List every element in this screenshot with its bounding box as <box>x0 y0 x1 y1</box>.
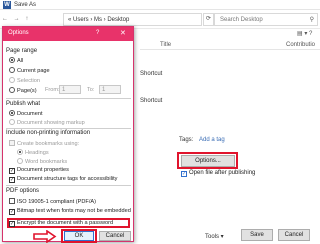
structure-tags[interactable]: ✓ Document structure tags for accessibili… <box>9 176 117 183</box>
to-value: 1 <box>102 87 106 93</box>
encrypt-option[interactable]: ✓ Encrypt the document with a password <box>9 220 113 227</box>
encrypt-checkbox[interactable]: ✓ <box>9 221 15 227</box>
divider <box>6 128 131 129</box>
address-path: « Users › Ms › Desktop <box>68 17 130 23</box>
from-input[interactable]: 1 <box>59 85 81 94</box>
tools-label: Tools <box>205 234 220 240</box>
address-bar[interactable]: « Users › Ms › Desktop <box>63 13 202 26</box>
title-bar: W Save As <box>0 0 320 10</box>
column-contributors[interactable]: Contributio <box>286 42 315 48</box>
open-after-label: Open file after publishing <box>189 170 256 176</box>
tools-menu[interactable]: Tools ▾ <box>205 233 224 240</box>
cancel-button[interactable]: Cancel <box>278 229 310 241</box>
divider <box>6 185 131 186</box>
to-input[interactable]: 1 <box>99 85 121 94</box>
radio-headings-icon[interactable] <box>17 149 23 155</box>
file-item[interactable]: Shortcut <box>140 71 162 77</box>
options-dialog: Options ? ✕ Page range All Current page … <box>2 26 134 243</box>
nav-arrows-icon[interactable]: ← → ↑ <box>2 16 30 22</box>
help-icon[interactable]: ? <box>96 30 99 36</box>
radio-pages-label: Page(s) <box>17 88 37 94</box>
encrypt-label: Encrypt the document with a password <box>17 220 114 226</box>
radio-current-label: Current page <box>17 68 50 74</box>
radio-word-bookmarks-label: Word bookmarks <box>25 159 68 165</box>
search-input[interactable]: Search Desktop ⚲ <box>214 13 318 26</box>
tags-label: Tags: <box>179 137 194 143</box>
radio-selection-label: Selection <box>17 78 41 84</box>
radio-all-icon[interactable] <box>9 57 15 63</box>
word-logo-icon: W <box>3 1 11 9</box>
close-icon[interactable]: ✕ <box>120 29 126 37</box>
dialog-title: Options <box>8 30 29 36</box>
radio-current[interactable]: Current page <box>9 67 50 74</box>
open-after-publishing[interactable]: ✓ Open file after publishing <box>181 170 255 177</box>
create-bookmarks-checkbox[interactable] <box>9 140 15 146</box>
radio-pages-icon[interactable] <box>9 87 15 93</box>
document-properties-label: Document properties <box>17 167 69 173</box>
radio-document-label: Document <box>17 111 43 117</box>
radio-markup-icon[interactable] <box>9 119 15 125</box>
refresh-icon[interactable]: ⟳ <box>203 13 214 26</box>
column-header: Title Contributio <box>140 40 320 50</box>
window-title: Save As <box>14 2 37 8</box>
add-tag-link[interactable]: Add a tag <box>199 137 225 143</box>
non-printing-heading: Include non-printing information <box>6 130 91 136</box>
view-options-icon[interactable]: ▤ ▾ ? <box>297 30 312 37</box>
iso-checkbox[interactable] <box>9 198 15 204</box>
page-range-heading: Page range <box>6 48 38 54</box>
options-button[interactable]: Options... <box>181 155 235 167</box>
radio-markup[interactable]: Document showing markup <box>9 119 85 126</box>
radio-pages[interactable]: Page(s) <box>9 87 37 94</box>
open-after-checkbox[interactable]: ✓ <box>181 171 187 177</box>
radio-selection[interactable]: Selection <box>9 77 40 84</box>
search-placeholder: Search Desktop <box>220 17 263 23</box>
radio-selection-icon[interactable] <box>9 77 15 83</box>
bitmap-option[interactable]: ✓ Bitmap text when fonts may not be embed… <box>9 208 131 215</box>
ok-button[interactable]: OK <box>64 231 94 241</box>
pdf-options-heading: PDF options <box>6 188 40 194</box>
radio-all-label: All <box>17 58 24 64</box>
radio-document[interactable]: Document <box>9 110 43 117</box>
from-value: 1 <box>62 87 66 93</box>
radio-headings[interactable]: Headings <box>17 149 49 156</box>
structure-tags-label: Document structure tags for accessibilit… <box>17 176 118 182</box>
radio-document-icon[interactable] <box>9 110 15 116</box>
radio-markup-label: Document showing markup <box>17 120 85 126</box>
create-bookmarks[interactable]: Create bookmarks using: <box>9 140 79 147</box>
dialog-cancel-button[interactable]: Cancel <box>99 231 131 241</box>
column-title[interactable]: Title <box>160 42 171 48</box>
from-label: From: <box>45 87 60 93</box>
to-label: To: <box>87 87 95 93</box>
divider <box>6 98 131 99</box>
radio-headings-label: Headings <box>25 150 49 156</box>
save-button[interactable]: Save <box>241 229 273 241</box>
create-bookmarks-label: Create bookmarks using: <box>17 141 80 147</box>
file-item[interactable]: Shortcut <box>140 98 162 104</box>
dialog-header: Options ? ✕ <box>3 27 133 41</box>
radio-word-bookmarks-icon[interactable] <box>17 158 23 164</box>
structure-tags-checkbox[interactable]: ✓ <box>9 177 15 183</box>
document-properties-checkbox[interactable]: ✓ <box>9 168 15 174</box>
red-arrow-icon <box>33 230 57 243</box>
radio-word-bookmarks[interactable]: Word bookmarks <box>17 158 67 165</box>
bitmap-checkbox[interactable]: ✓ <box>9 209 15 215</box>
document-properties[interactable]: ✓ Document properties <box>9 167 69 174</box>
iso-label: ISO 19005-1 compliant (PDF/A) <box>17 199 96 205</box>
publish-what-heading: Publish what <box>6 101 41 107</box>
bitmap-label: Bitmap text when fonts may not be embedd… <box>17 208 131 214</box>
iso-option[interactable]: ISO 19005-1 compliant (PDF/A) <box>9 198 96 205</box>
radio-all[interactable]: All <box>9 57 23 64</box>
radio-current-icon[interactable] <box>9 67 15 73</box>
search-icon: ⚲ <box>309 17 314 23</box>
